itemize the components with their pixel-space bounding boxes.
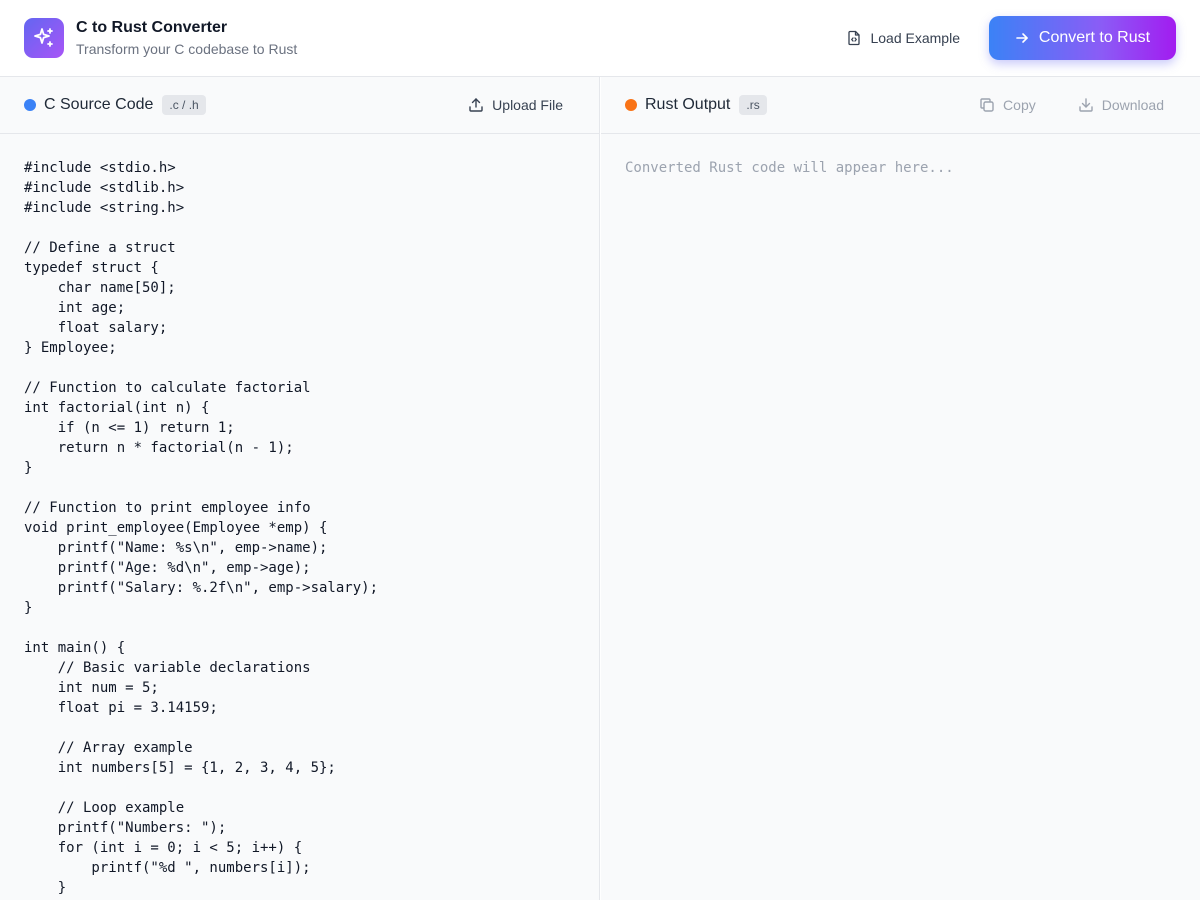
code-line: return n * factorial(n - 1); — [24, 440, 294, 456]
code-line: } — [24, 600, 33, 616]
convert-to-rust-button[interactable]: Convert to Rust — [989, 16, 1176, 60]
source-panel-header: C Source Code .c / .h Upload File — [0, 77, 599, 134]
source-panel: C Source Code .c / .h Upload File #inclu… — [0, 77, 600, 900]
app-title: C to Rust Converter — [76, 19, 228, 36]
load-example-label: Load Example — [870, 30, 960, 46]
arrow-right-icon — [1015, 31, 1029, 45]
code-line: printf("Name: %s\n", emp->name); — [24, 540, 328, 556]
code-line: // Function to print employee info — [24, 500, 311, 516]
code-line: int num = 5; — [24, 680, 159, 696]
code-line: // Basic variable declarations — [24, 660, 311, 676]
code-line: if (n <= 1) return 1; — [24, 420, 235, 436]
download-label: Download — [1101, 97, 1164, 113]
source-indicator-dot — [24, 99, 36, 111]
file-code-icon — [846, 30, 862, 46]
output-indicator-dot — [625, 99, 637, 111]
code-line: for (int i = 0; i < 5; i++) { — [24, 840, 303, 856]
code-line: printf("Numbers: "); — [24, 820, 227, 836]
code-line: // Define a struct — [24, 240, 176, 256]
copy-label: Copy — [1003, 97, 1036, 113]
code-line: printf("%d ", numbers[i]); — [24, 860, 311, 876]
copy-icon — [979, 97, 995, 113]
code-line: int main() { — [24, 640, 126, 656]
output-extension-badge: .rs — [739, 95, 767, 115]
title-block: C to Rust Converter Transform your C cod… — [76, 18, 297, 58]
load-example-button[interactable]: Load Example — [836, 20, 970, 56]
code-line: #include <stdlib.h> — [24, 180, 185, 196]
upload-icon — [468, 97, 484, 113]
code-line: float pi = 3.14159; — [24, 700, 218, 716]
app-header: C to Rust Converter Transform your C cod… — [0, 0, 1200, 77]
code-line: char name[50]; — [24, 280, 176, 296]
download-icon — [1078, 97, 1094, 113]
source-extension-badge: .c / .h — [162, 95, 206, 115]
code-line: int factorial(int n) { — [24, 400, 210, 416]
code-line: // Function to calculate factorial — [24, 380, 311, 396]
code-line: float salary; — [24, 320, 168, 336]
copy-button[interactable]: Copy — [967, 93, 1048, 117]
upload-file-button[interactable]: Upload File — [456, 93, 575, 117]
output-panel-header: Rust Output .rs Copy Download — [601, 77, 1200, 134]
code-line: // Loop example — [24, 800, 185, 816]
output-panel-title: Rust Output — [645, 96, 731, 113]
app-subtitle: Transform your C codebase to Rust — [76, 41, 298, 57]
source-panel-title: C Source Code — [44, 96, 154, 113]
app-logo — [24, 18, 64, 58]
code-line: int age; — [24, 300, 126, 316]
convert-label: Convert to Rust — [1038, 29, 1151, 46]
source-code-editor[interactable]: #include <stdio.h> #include <stdlib.h> #in… — [0, 134, 599, 900]
code-line: } — [24, 880, 67, 896]
code-line: printf("Salary: %.2f\n", emp->salary); — [24, 580, 379, 596]
code-line: void print_employee(Employee *emp) { — [24, 520, 328, 536]
output-placeholder: Converted Rust code will appear here... — [625, 160, 954, 176]
output-panel: Rust Output .rs Copy Download Converted … — [601, 77, 1200, 900]
sparkles-icon — [32, 26, 56, 50]
download-button[interactable]: Download — [1066, 93, 1176, 117]
code-line: typedef struct { — [24, 260, 159, 276]
rust-output-area[interactable]: Converted Rust code will appear here... — [601, 134, 1200, 900]
upload-file-label: Upload File — [492, 97, 563, 113]
code-line: #include <string.h> — [24, 200, 185, 216]
code-line: #include <stdio.h> — [24, 160, 176, 176]
code-line: printf("Age: %d\n", emp->age); — [24, 560, 311, 576]
code-line: } Employee; — [24, 340, 117, 356]
code-line: // Array example — [24, 740, 193, 756]
code-line: int numbers[5] = {1, 2, 3, 4, 5}; — [24, 760, 336, 776]
code-line: } — [24, 460, 33, 476]
